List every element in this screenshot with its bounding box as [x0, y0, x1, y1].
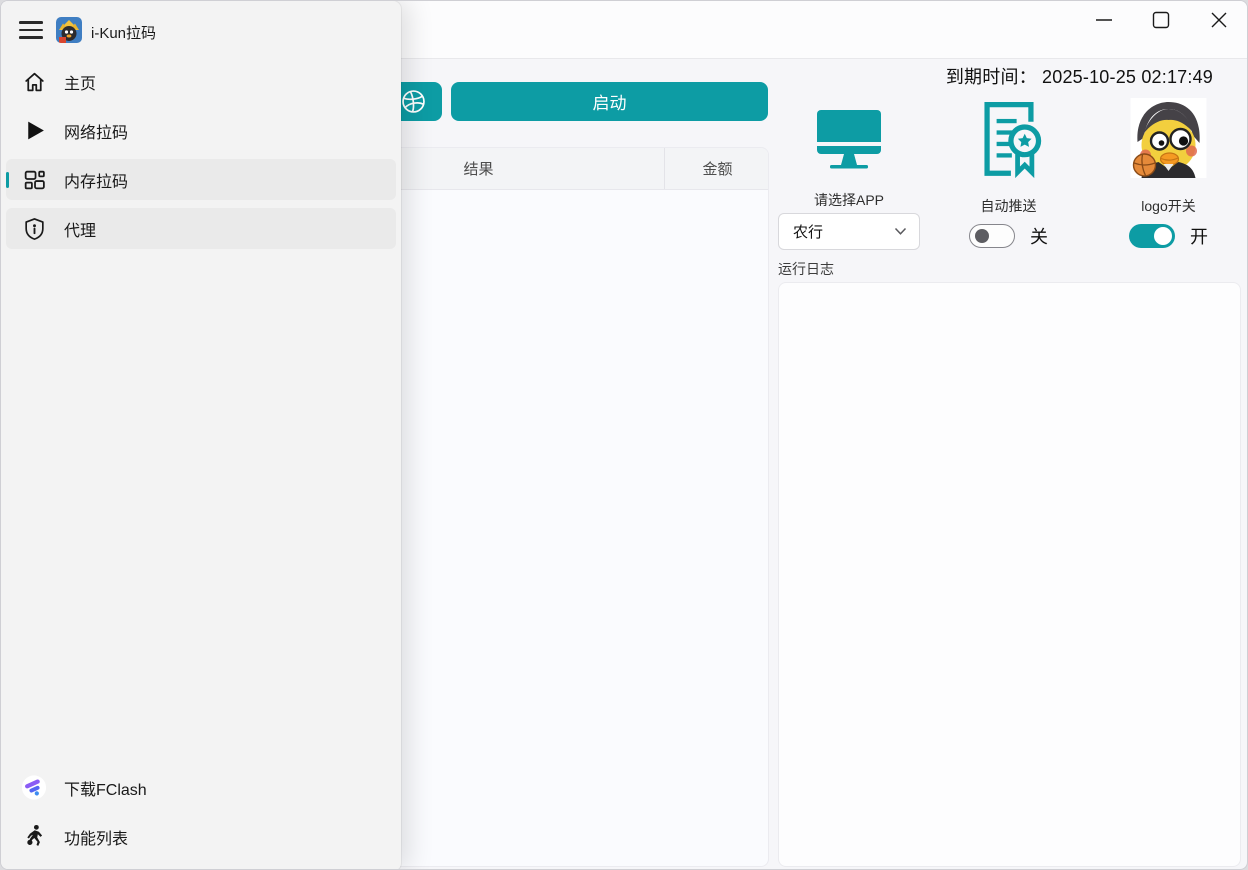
drawer-footer: 下载FClash 功能列表: [1, 767, 401, 870]
app-select-label: 请选择APP: [778, 190, 920, 210]
app-select-value: 农行: [793, 221, 894, 242]
auto-push-label: 自动推送: [941, 196, 1076, 216]
monitor-icon: [814, 109, 884, 173]
play-icon: [21, 118, 47, 144]
auto-push-icon-box: [941, 93, 1076, 179]
home-icon: [21, 69, 47, 95]
maximize-icon: [1150, 9, 1172, 31]
navigation-drawer: i-Kun拉码 主页 网络拉码: [1, 1, 401, 870]
logo-switch-state: 开: [1190, 223, 1208, 249]
drawer-app-title: i-Kun拉码: [91, 22, 156, 43]
sidebar-item-label: 网络拉码: [64, 119, 128, 143]
app-window: 到期时间： 2025-10-25 02:17:49 启动 结果 金额 请选择: [0, 0, 1248, 870]
sidebar-item-label: 代理: [64, 217, 96, 241]
ikun-avatar: [1130, 98, 1207, 178]
basketball-player-icon: [21, 824, 47, 850]
close-icon: [1208, 9, 1230, 31]
app-select-icon-box: [778, 97, 920, 173]
sidebar-item-label: 内存拉码: [64, 168, 128, 192]
fclash-icon: [21, 775, 47, 801]
maximize-button[interactable]: [1139, 5, 1183, 35]
close-button[interactable]: [1197, 5, 1241, 35]
table-header-amount[interactable]: 金额: [665, 148, 769, 189]
expiry-value: 2025-10-25 02:17:49: [1042, 67, 1213, 87]
start-button[interactable]: 启动: [451, 82, 768, 121]
certificate-icon: [974, 97, 1044, 179]
chevron-down-icon: [894, 227, 907, 236]
sidebar-item-home[interactable]: 主页: [6, 61, 396, 102]
sidebar-item-download-fclash[interactable]: 下载FClash: [6, 767, 396, 808]
run-log-label: 运行日志: [778, 259, 834, 279]
logo-switch-icon-box: [1101, 96, 1236, 178]
run-log-box[interactable]: [778, 282, 1241, 867]
sidebar-item-label: 下载FClash: [64, 776, 147, 800]
hamburger-menu-button[interactable]: [19, 21, 43, 39]
minimize-button[interactable]: [1082, 5, 1126, 35]
expiry-label: 到期时间：: [946, 67, 1037, 87]
drawer-header: i-Kun拉码: [1, 1, 401, 59]
logo-switch-label: logo开关: [1101, 196, 1236, 216]
auto-push-toggle-row: 关: [941, 223, 1076, 249]
dashboard-icon: [21, 167, 47, 193]
basketball-icon: [400, 88, 427, 115]
sidebar-item-network[interactable]: 网络拉码: [6, 110, 396, 151]
sidebar-item-label: 主页: [64, 70, 96, 94]
sidebar-item-memory[interactable]: 内存拉码: [6, 159, 396, 200]
app-select-dropdown[interactable]: 农行: [778, 213, 920, 250]
app-logo-icon: [56, 17, 82, 43]
expiry-time: 到期时间： 2025-10-25 02:17:49: [946, 63, 1213, 89]
logo-switch-toggle-row: 开: [1101, 223, 1236, 249]
toggle-knob: [975, 229, 989, 243]
sidebar-item-proxy[interactable]: 代理: [6, 208, 396, 249]
start-button-label: 启动: [593, 89, 627, 114]
auto-push-toggle[interactable]: [969, 224, 1015, 248]
auto-push-state: 关: [1030, 223, 1048, 249]
drawer-nav: 主页 网络拉码 内存拉码: [1, 59, 401, 767]
logo-switch-toggle[interactable]: [1129, 224, 1175, 248]
sidebar-item-feature-list[interactable]: 功能列表: [6, 816, 396, 857]
sidebar-item-label: 功能列表: [64, 825, 128, 849]
shield-icon: [21, 216, 47, 242]
minimize-icon: [1093, 9, 1115, 31]
toggle-knob: [1154, 227, 1172, 245]
